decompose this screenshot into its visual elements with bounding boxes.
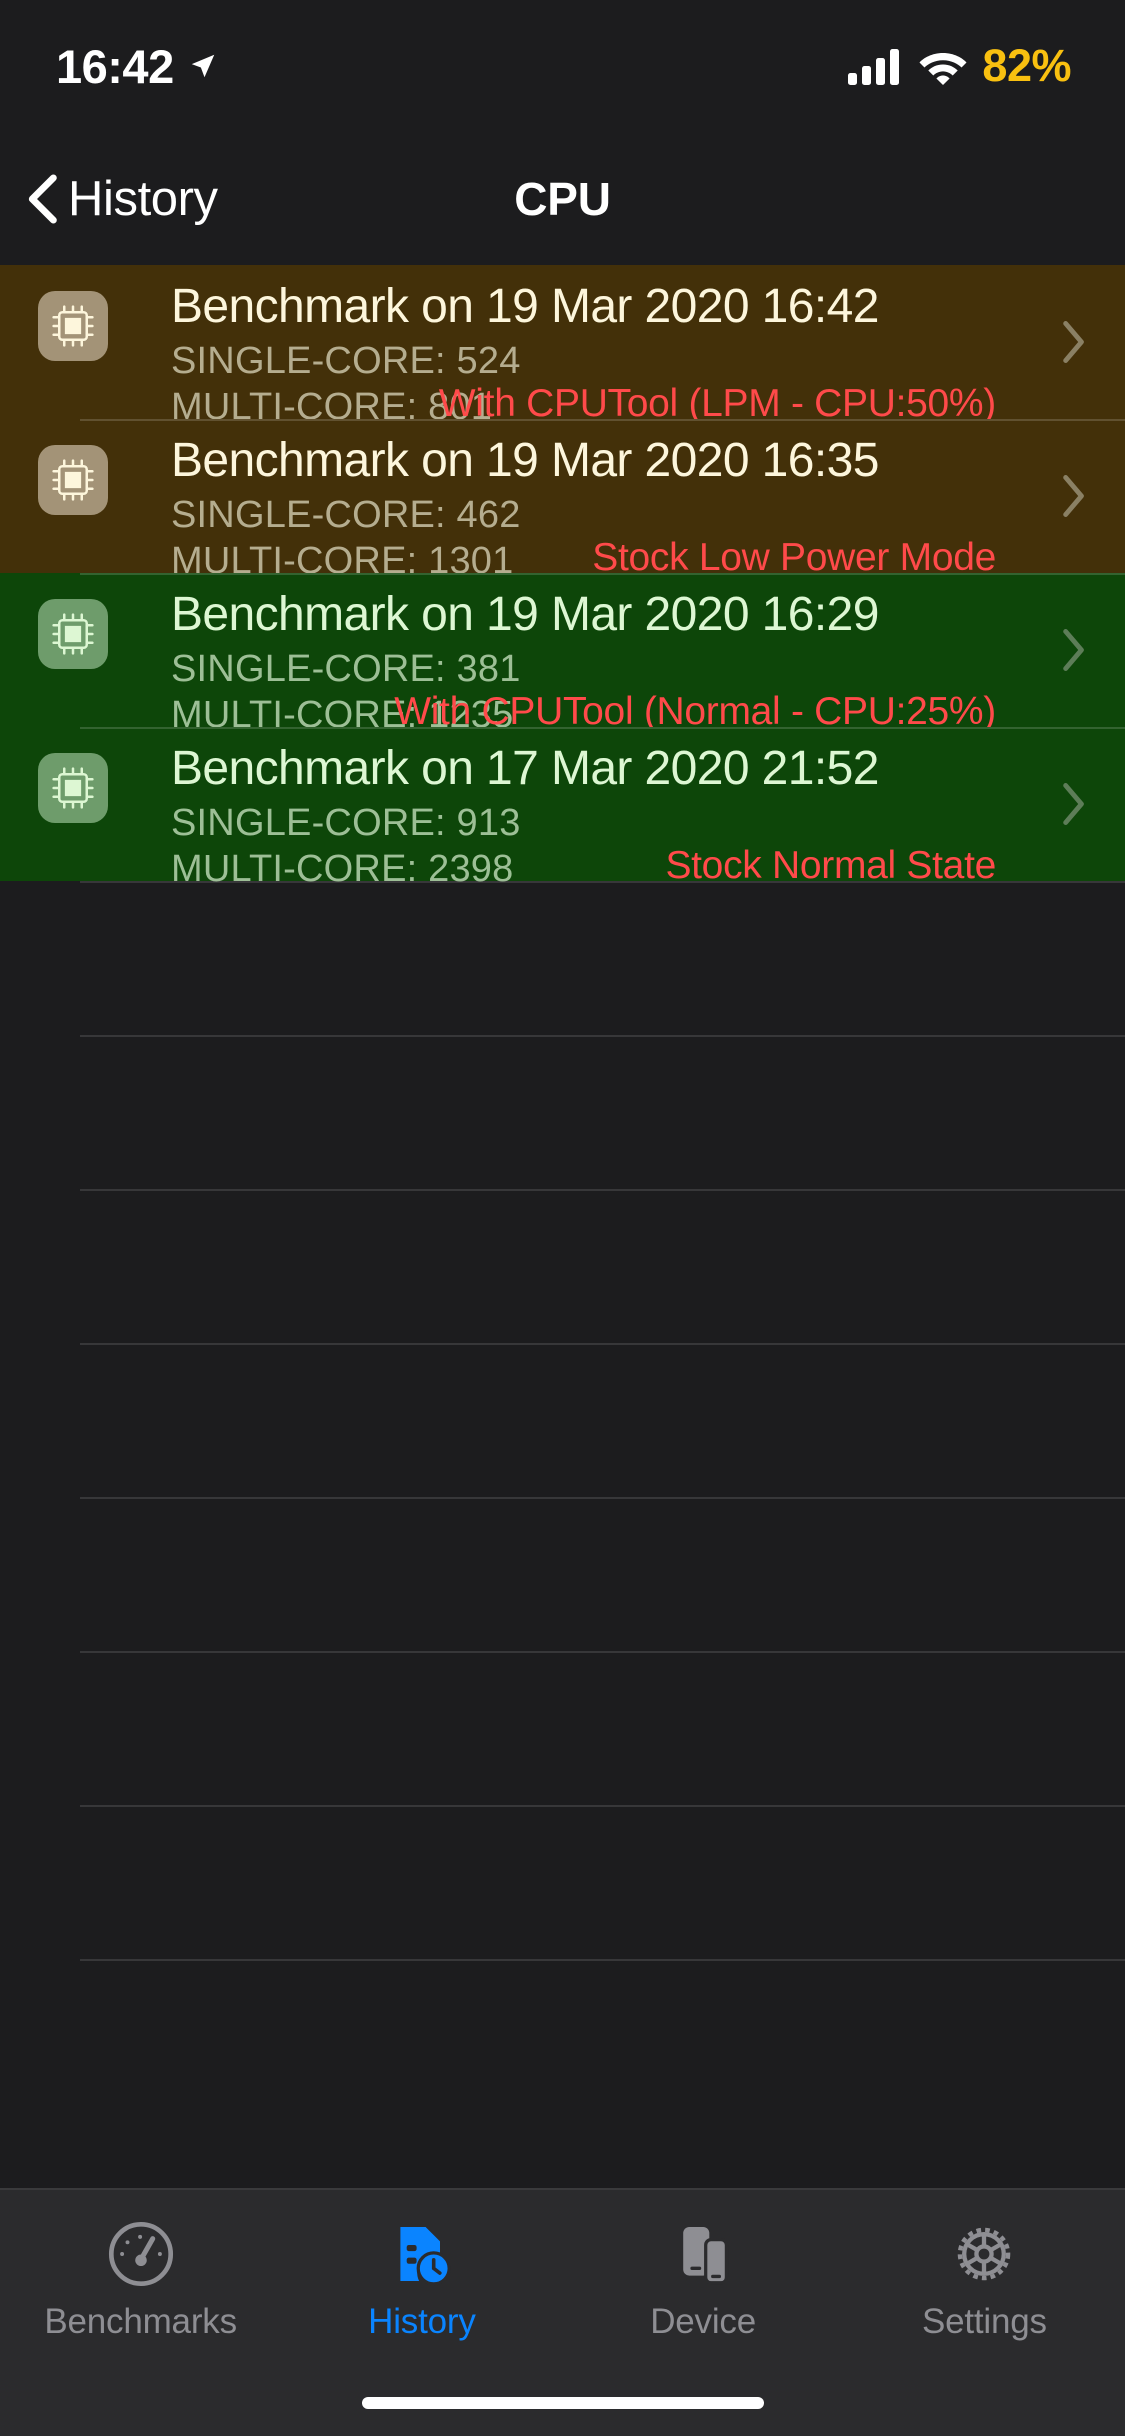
home-indicator-bar[interactable] xyxy=(361,2397,764,2409)
row-separator xyxy=(80,1189,1125,1191)
cpu-chip-icon xyxy=(38,599,108,669)
page-title: CPU xyxy=(514,172,611,225)
tab-benchmarks[interactable]: Benchmarks xyxy=(0,2190,281,2350)
row-separator xyxy=(80,1805,1125,1807)
tab-label-benchmarks: Benchmarks xyxy=(44,2302,237,2341)
battery-percent-label: 82% xyxy=(982,40,1071,91)
single-core-score: SINGLE-CORE: 524 xyxy=(171,340,521,382)
cpu-chip-glyph xyxy=(52,767,94,809)
table-row[interactable]: Benchmark on 19 Mar 2020 16:42 SINGLE-CO… xyxy=(0,265,1125,428)
benchmark-title: Benchmark on 19 Mar 2020 16:35 xyxy=(171,434,879,487)
empty-table-row xyxy=(0,1497,1125,1651)
status-bar-left: 16:42 xyxy=(56,43,218,90)
cpu-chip-glyph xyxy=(52,613,94,655)
cellular-bars-icon xyxy=(848,49,900,85)
row-content: Benchmark on 19 Mar 2020 16:29 SINGLE-CO… xyxy=(171,573,1125,736)
empty-rows-area xyxy=(0,881,1125,2113)
empty-table-row xyxy=(0,1651,1125,1805)
tab-label-device: Device xyxy=(650,2302,757,2341)
table-row[interactable]: Benchmark on 19 Mar 2020 16:29 SINGLE-CO… xyxy=(0,573,1125,736)
empty-table-row xyxy=(0,1189,1125,1343)
empty-table-row xyxy=(0,1035,1125,1189)
speedometer-icon xyxy=(108,2221,173,2287)
status-bar-right: 82% xyxy=(848,40,1071,92)
wifi-icon xyxy=(919,53,967,85)
benchmark-note: Stock Normal State xyxy=(665,844,996,887)
document-clock-icon xyxy=(400,2227,451,2286)
row-separator xyxy=(80,1035,1125,1037)
chevron-right-icon[interactable] xyxy=(1061,473,1087,519)
app-screen: 16:42 82% History CPU Benchmark on 19 Ma… xyxy=(0,0,1125,2436)
empty-table-row xyxy=(0,881,1125,1035)
status-bar-clock: 16:42 xyxy=(56,39,174,93)
benchmark-history-table[interactable]: Benchmark on 19 Mar 2020 16:42 SINGLE-CO… xyxy=(0,265,1125,2185)
cpu-chip-glyph xyxy=(52,459,94,501)
chevron-right-icon[interactable] xyxy=(1061,319,1087,365)
tab-device[interactable]: Device xyxy=(563,2190,844,2350)
cpu-chip-icon xyxy=(38,445,108,515)
gear-icon xyxy=(958,2227,1011,2281)
multi-core-score: MULTI-CORE: 2398 xyxy=(171,848,514,890)
single-core-score: SINGLE-CORE: 462 xyxy=(171,494,521,536)
row-content: Benchmark on 17 Mar 2020 21:52 SINGLE-CO… xyxy=(171,727,1125,890)
benchmark-title: Benchmark on 17 Mar 2020 21:52 xyxy=(171,742,879,795)
tab-history[interactable]: History xyxy=(281,2190,562,2350)
row-separator xyxy=(80,1343,1125,1345)
single-core-line: SINGLE-CORE: 462 xyxy=(171,494,1031,540)
row-content: Benchmark on 19 Mar 2020 16:35 SINGLE-CO… xyxy=(171,419,1125,582)
chevron-right-icon[interactable] xyxy=(1061,627,1087,673)
empty-table-row xyxy=(0,1805,1125,1959)
single-core-score: SINGLE-CORE: 381 xyxy=(171,648,521,690)
benchmark-title: Benchmark on 19 Mar 2020 16:29 xyxy=(171,588,879,641)
cpu-chip-icon xyxy=(38,291,108,361)
empty-table-row xyxy=(0,1959,1125,2113)
row-separator xyxy=(80,1651,1125,1653)
table-row[interactable]: Benchmark on 19 Mar 2020 16:35 SINGLE-CO… xyxy=(0,419,1125,582)
single-core-line: SINGLE-CORE: 524 xyxy=(171,340,1031,386)
row-content: Benchmark on 19 Mar 2020 16:42 SINGLE-CO… xyxy=(171,265,1125,428)
single-core-line: SINGLE-CORE: 381 xyxy=(171,648,1031,694)
multi-core-line: MULTI-CORE: 2398 Stock Normal State xyxy=(171,844,1031,894)
row-separator xyxy=(80,1497,1125,1499)
tab-label-history: History xyxy=(368,2302,476,2341)
row-separator xyxy=(80,1959,1125,1961)
cpu-chip-glyph xyxy=(52,305,94,347)
tab-settings[interactable]: Settings xyxy=(844,2190,1125,2350)
devices-icon xyxy=(683,2227,729,2285)
single-core-line: SINGLE-CORE: 913 xyxy=(171,802,1031,848)
benchmark-title: Benchmark on 19 Mar 2020 16:42 xyxy=(171,280,879,333)
single-core-score: SINGLE-CORE: 913 xyxy=(171,802,521,844)
tab-bar: Benchmarks History Device Settings xyxy=(0,2188,1125,2436)
cpu-chip-icon xyxy=(38,753,108,823)
location-arrow-icon xyxy=(191,54,214,78)
navigation-bar: History CPU xyxy=(0,132,1125,265)
table-row[interactable]: Benchmark on 17 Mar 2020 21:52 SINGLE-CO… xyxy=(0,727,1125,890)
empty-table-row xyxy=(0,1343,1125,1497)
status-bar: 16:42 82% xyxy=(0,0,1125,132)
tab-label-settings: Settings xyxy=(921,2302,1047,2341)
chevron-right-icon[interactable] xyxy=(1061,781,1087,827)
